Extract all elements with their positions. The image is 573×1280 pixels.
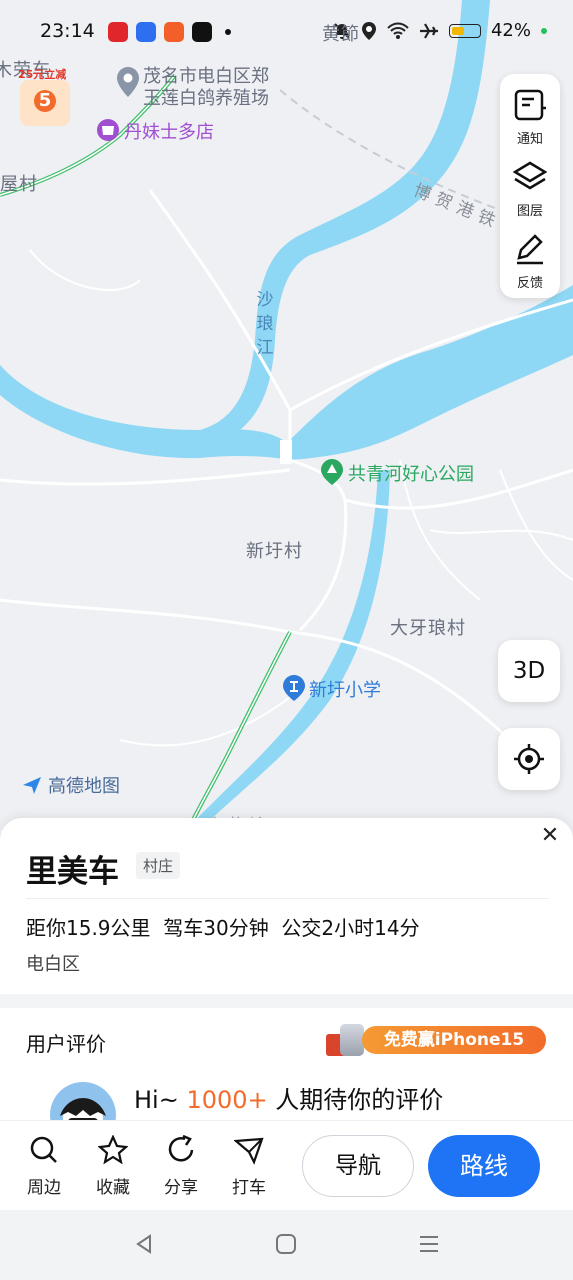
meituan-icon (164, 22, 184, 42)
iphone-promo-button[interactable]: 免费赢iPhone15 (326, 1024, 546, 1056)
star-icon (97, 1134, 129, 1165)
map-canvas[interactable] (0, 0, 573, 830)
park-icon[interactable] (320, 458, 344, 486)
place-type-tag: 村庄 (136, 852, 181, 879)
feedback-label: 反馈 (516, 276, 543, 291)
status-bar: 23:14 42% (0, 0, 573, 64)
tmall-icon (108, 22, 128, 42)
share-icon (168, 1134, 194, 1162)
poi-shop-label[interactable]: 丹妹士多店 (124, 118, 214, 144)
taxi-button[interactable]: 打车 (219, 1135, 279, 1198)
section-divider (0, 994, 573, 1008)
travel-info: 距你15.9公里 驾车30分钟 公交2小时14分 (26, 912, 420, 941)
locate-button[interactable] (498, 728, 560, 790)
recents-icon[interactable] (418, 1234, 440, 1254)
layers-button[interactable]: 图层 (500, 150, 560, 222)
phone-icon (340, 1024, 364, 1056)
airplane-icon (419, 22, 438, 39)
status-icons: 42% (333, 20, 547, 41)
promo-label: 免费赢iPhone15 (362, 1026, 546, 1054)
battery-icon (448, 23, 481, 38)
close-icon[interactable]: ✕ (538, 824, 562, 848)
poi-pin-icon[interactable] (116, 66, 140, 98)
divider (26, 898, 549, 899)
poi-park-label[interactable]: 共青河好心公园 (348, 460, 474, 486)
system-navigation-bar (0, 1210, 573, 1280)
school-icon[interactable] (282, 674, 306, 702)
search-icon (30, 1136, 57, 1163)
review-invite: Hi~ 1000+ 人期待你的评价 (134, 1086, 444, 1114)
map-label-huangdian: 黄節 (322, 24, 360, 45)
notify-icon (514, 89, 546, 121)
taxi-icon (233, 1137, 264, 1165)
distance-text: 距你15.9公里 (26, 916, 151, 940)
feedback-button[interactable]: 反馈 (500, 222, 560, 294)
reviews-title: 用户评价 (26, 1032, 106, 1056)
notification-dot (225, 29, 231, 35)
back-icon[interactable] (134, 1234, 154, 1254)
share-button[interactable]: 分享 (151, 1134, 211, 1198)
wifi-icon (387, 22, 409, 39)
locate-icon (514, 744, 544, 774)
bus-time: 公交2小时14分 (281, 916, 420, 940)
poi-farm-line2[interactable]: 玉莲白鸽养殖场 (143, 84, 269, 110)
map-tools-panel: 通知 图层 反馈 (500, 74, 560, 298)
shop-icon[interactable] (96, 118, 120, 142)
river-label: 沙琅江 (256, 290, 274, 358)
drive-time: 驾车30分钟 (163, 916, 269, 940)
favorite-button[interactable]: 收藏 (83, 1134, 143, 1198)
amap-logo: 高德地图 (22, 772, 120, 798)
notify-button[interactable]: 通知 (500, 78, 560, 150)
poi-school-label[interactable]: 新圩小学 (309, 676, 381, 702)
taobao-flash-icon (136, 22, 156, 42)
feedback-icon (517, 234, 543, 265)
layers-icon (513, 161, 547, 190)
map-label-xinxu: 新圩村 (246, 541, 303, 562)
district-text: 电白区 (26, 954, 80, 975)
notify-label: 通知 (516, 132, 543, 147)
clock: 23:14 (40, 20, 95, 42)
douyin-icon (192, 22, 212, 42)
nearby-button[interactable]: 周边 (14, 1135, 74, 1198)
layers-label: 图层 (516, 204, 543, 219)
map-view[interactable]: 23:14 42% 黄節 木荣车 屋村 25元立减 5 茂名市电白区郑 玉莲白鸽… (0, 0, 573, 830)
navigate-button[interactable]: 导航 (302, 1135, 414, 1197)
location-icon (361, 21, 376, 40)
privacy-indicator (541, 27, 547, 34)
amap-logo-icon (23, 777, 41, 794)
promo-badge[interactable]: 25元立减 5 (18, 66, 74, 126)
map-label-daya: 大牙琅村 (390, 618, 466, 639)
route-button[interactable]: 路线 (428, 1135, 540, 1197)
3d-toggle-button[interactable]: 3D (498, 640, 560, 702)
home-icon[interactable] (274, 1232, 298, 1256)
place-name: 里美车 (26, 854, 119, 890)
map-label-wucun: 屋村 (0, 174, 38, 195)
action-bar: 周边 收藏 分享 打车 导航 路线 (0, 1120, 573, 1211)
invite-count: 1000+ (186, 1086, 268, 1114)
battery-level: 42% (490, 20, 531, 41)
